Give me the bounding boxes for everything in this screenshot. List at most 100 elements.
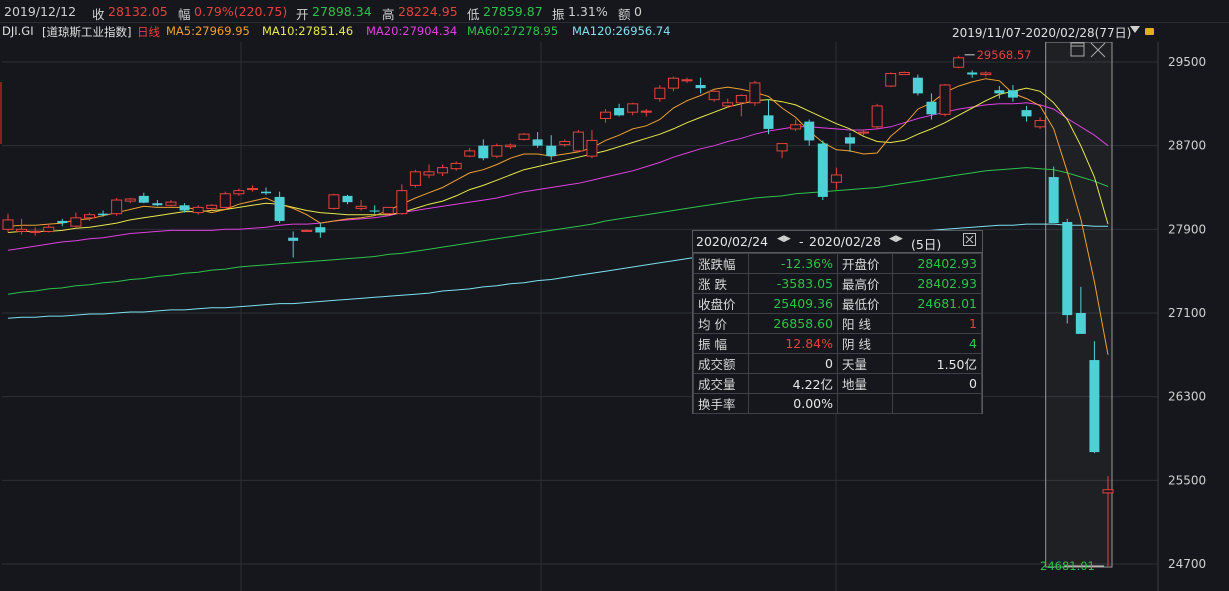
candle xyxy=(953,55,965,69)
grid-lines xyxy=(0,42,1159,591)
y-tick-label: 25500 xyxy=(1168,473,1206,487)
end-arrows-icon[interactable]: ◀▶ xyxy=(889,234,903,244)
candle-body xyxy=(29,230,41,233)
candle-body xyxy=(504,144,516,148)
stats-value: 0 xyxy=(892,373,982,394)
candle-body xyxy=(152,203,163,206)
candle-body xyxy=(423,171,435,176)
stats-value: 4.22亿 xyxy=(748,373,838,394)
candle-body xyxy=(98,213,109,216)
candle-body xyxy=(315,227,326,233)
stats-value: 28402.93 xyxy=(892,273,982,294)
candle xyxy=(994,86,1005,99)
stats-row: 收盘价 25409.36 最低价 24681.01 xyxy=(693,293,982,314)
candle xyxy=(817,140,828,201)
candle-body xyxy=(328,194,340,209)
candle xyxy=(152,200,163,207)
amplitude-label: 振 xyxy=(552,7,565,22)
period-label[interactable]: 日线 xyxy=(137,24,160,40)
interval-days: (5日) xyxy=(911,237,942,252)
stats-value: 0.00% xyxy=(748,393,838,414)
stats-key: 换手率 xyxy=(693,393,749,414)
stats-key: 最高价 xyxy=(837,273,893,294)
date-range-label[interactable]: 2019/11/07-2020/02/28(77日) xyxy=(952,24,1131,41)
high-value: 28224.95 xyxy=(398,4,458,19)
candle-body xyxy=(192,206,204,214)
dropdown-triangle-icon[interactable] xyxy=(1130,26,1140,33)
high-marker-label: 29568.57 xyxy=(977,48,1032,62)
left-edge-marker xyxy=(0,82,2,144)
candle xyxy=(261,187,272,195)
low-marker-label: 24681.01 xyxy=(1040,559,1095,573)
y-tick-label: 28700 xyxy=(1168,139,1206,153)
stats-key: 阴 线 xyxy=(837,333,893,354)
ma60-legend: MA60:27278.95 xyxy=(467,24,559,38)
candle xyxy=(2,213,14,233)
candle xyxy=(274,191,285,224)
candle xyxy=(246,185,258,192)
ma120-legend: MA120:26956.74 xyxy=(572,24,671,38)
candle xyxy=(967,70,978,78)
candle xyxy=(695,77,706,94)
ma20-line xyxy=(7,102,1109,251)
candle-body xyxy=(409,171,421,186)
candle xyxy=(926,93,937,120)
candle-body xyxy=(1062,222,1073,316)
candle-body xyxy=(708,90,720,101)
candle xyxy=(1062,218,1073,324)
close-icon[interactable] xyxy=(963,233,976,246)
candle xyxy=(980,71,992,77)
candle xyxy=(518,133,530,141)
candle-body xyxy=(83,214,95,219)
candle xyxy=(912,74,923,96)
candle-body xyxy=(871,105,883,128)
lock-icon[interactable] xyxy=(1145,28,1154,35)
stats-row: 换手率 0.00% xyxy=(693,393,982,414)
candle xyxy=(572,129,584,152)
candle-body xyxy=(233,190,245,195)
candle xyxy=(627,102,639,116)
candle-body xyxy=(776,143,788,152)
candle-body xyxy=(912,77,923,94)
y-tick-label: 27900 xyxy=(1168,222,1206,236)
stats-row: 成交量 4.22亿 地量 0 xyxy=(693,373,982,394)
stats-value: 25409.36 xyxy=(748,293,838,314)
candle-body xyxy=(111,199,123,215)
candle xyxy=(1034,117,1046,129)
candle xyxy=(83,212,95,221)
candle-body xyxy=(206,204,218,209)
interval-end-date: 2020/02/28 xyxy=(809,234,882,249)
change-label: 幅 xyxy=(178,7,191,22)
interval-start-date: 2020/02/24 xyxy=(696,234,769,249)
candle-body xyxy=(179,205,190,211)
candle xyxy=(546,135,557,161)
candle xyxy=(844,133,855,152)
ma10-legend: MA10:27851.46 xyxy=(262,24,354,38)
candle-body xyxy=(885,73,897,87)
candle xyxy=(735,94,747,117)
candle xyxy=(409,169,421,188)
candle xyxy=(654,85,666,102)
stats-key: 阳 线 xyxy=(837,313,893,334)
stats-row: 振 幅 12.84% 阴 线4 xyxy=(693,333,982,354)
candle xyxy=(586,129,598,159)
candle-body xyxy=(614,108,625,116)
candle-body xyxy=(57,220,68,224)
start-arrows-icon[interactable]: ◀▶ xyxy=(777,234,791,244)
candle-body xyxy=(70,217,82,227)
candle-body xyxy=(532,139,543,146)
candle-body xyxy=(2,219,14,230)
candle-body xyxy=(1102,489,1114,494)
stats-key: 最低价 xyxy=(837,293,893,314)
stats-key: 天量 xyxy=(837,353,893,374)
candle xyxy=(885,72,897,88)
stats-value: 28402.93 xyxy=(892,253,982,274)
candlestick-chart[interactable]: 29500 28700 27900 27100 26300 25500 24700 2956… xyxy=(0,42,1229,591)
candle xyxy=(614,103,625,117)
candle-body xyxy=(804,121,815,141)
candle-body xyxy=(898,71,910,76)
stats-value: 0 xyxy=(748,353,838,374)
candle-body xyxy=(369,210,380,212)
candle-body xyxy=(926,101,937,115)
interval-stats-table: 涨跌幅 -12.36% 开盘价 28402.93 涨 跌 -3583.05 最高价 28402… xyxy=(693,253,982,414)
